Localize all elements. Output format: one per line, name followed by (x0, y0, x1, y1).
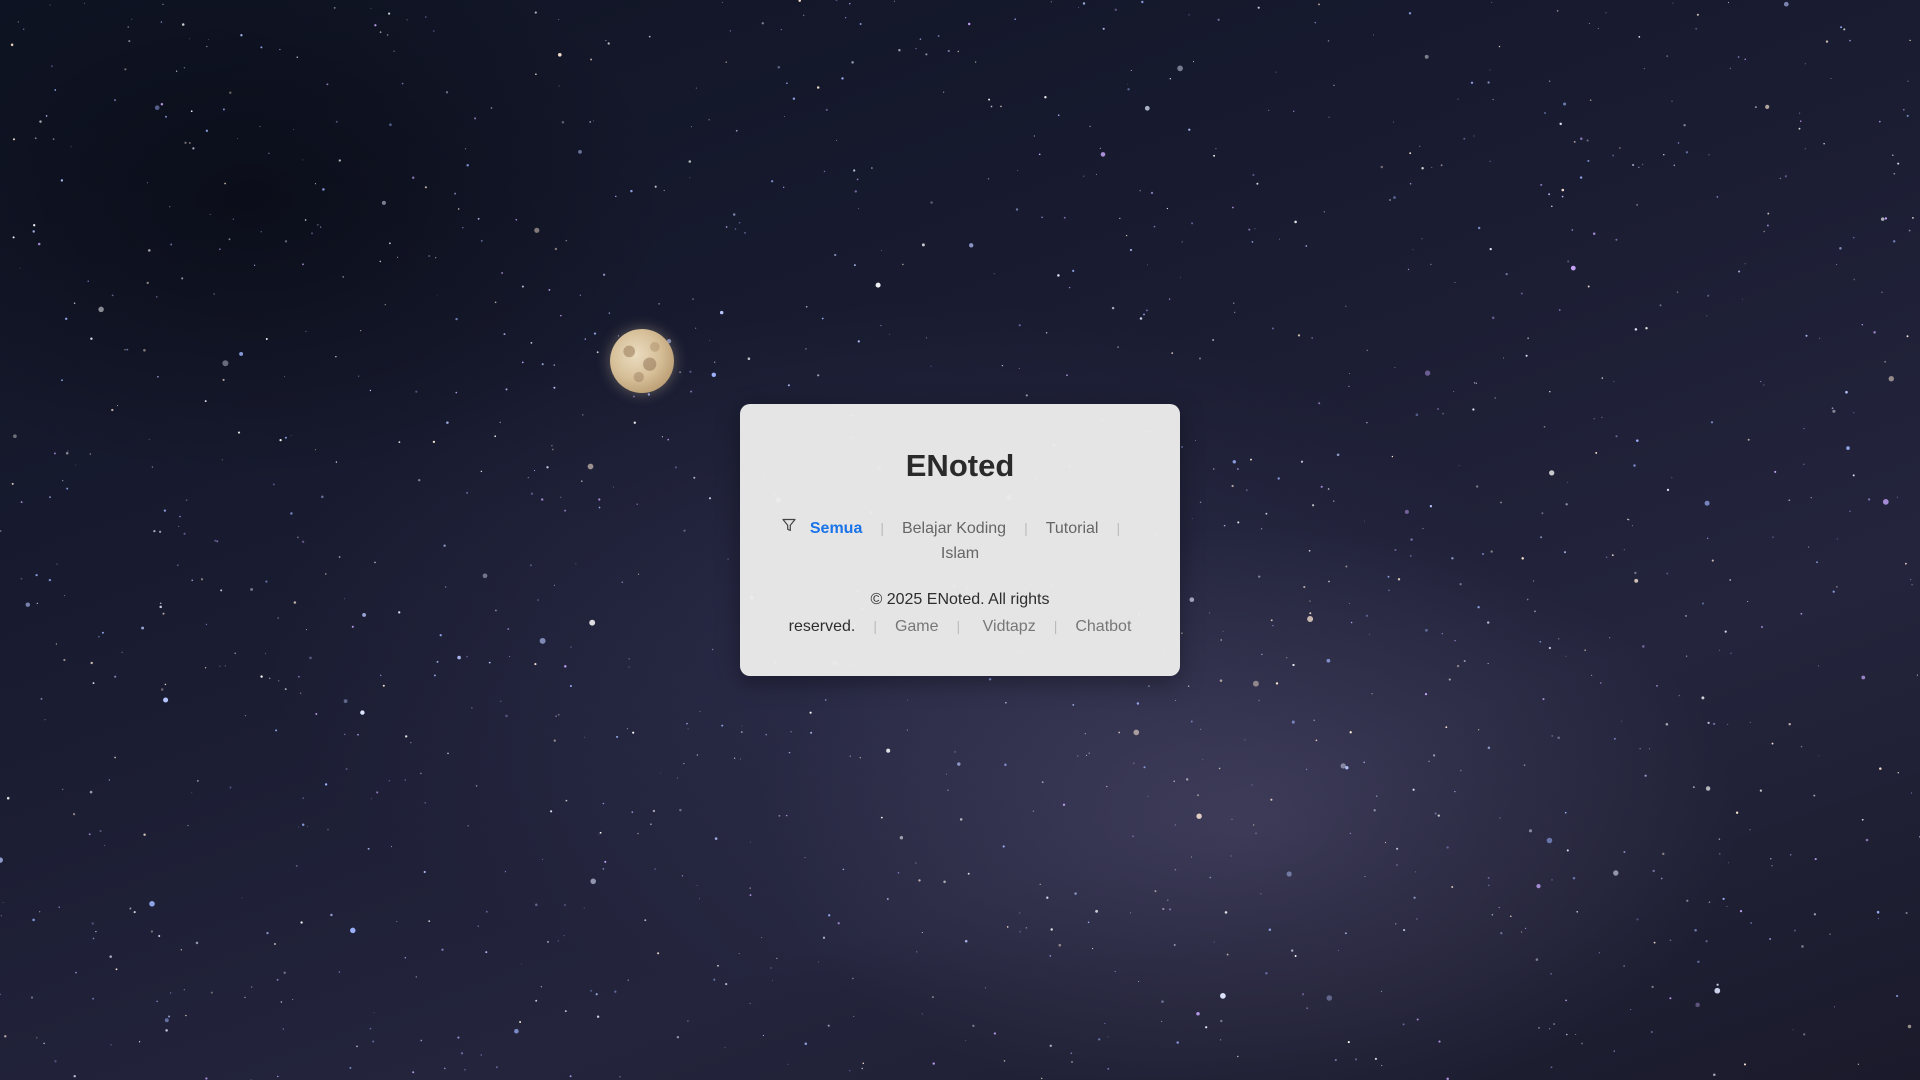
separator: | (873, 618, 877, 634)
category-belajar-koding[interactable]: Belajar Koding (902, 520, 1006, 537)
separator: | (880, 520, 884, 536)
separator: | (1116, 520, 1121, 536)
category-islam[interactable]: Islam (941, 545, 979, 562)
footer: © 2025 ENoted. All rights reserved. | Game… (740, 587, 1180, 640)
separator: | (956, 618, 961, 634)
footer-link-chatbot[interactable]: Chatbot (1075, 618, 1131, 635)
footer-link-game[interactable]: Game (895, 618, 939, 635)
category-tutorial[interactable]: Tutorial (1046, 520, 1099, 537)
site-title: ENoted (905, 448, 1015, 483)
filter-icon (782, 515, 796, 532)
category-semua[interactable]: Semua (810, 520, 862, 537)
main-card: ENoted Semua | Belajar Koding | Tutorial | Is… (740, 404, 1180, 676)
separator: | (1024, 520, 1028, 536)
moon-image (610, 329, 674, 393)
separator: | (1053, 618, 1058, 634)
category-nav: Semua | Belajar Koding | Tutorial | Islam (740, 515, 1180, 566)
footer-link-vidtapz[interactable]: Vidtapz (983, 618, 1036, 635)
